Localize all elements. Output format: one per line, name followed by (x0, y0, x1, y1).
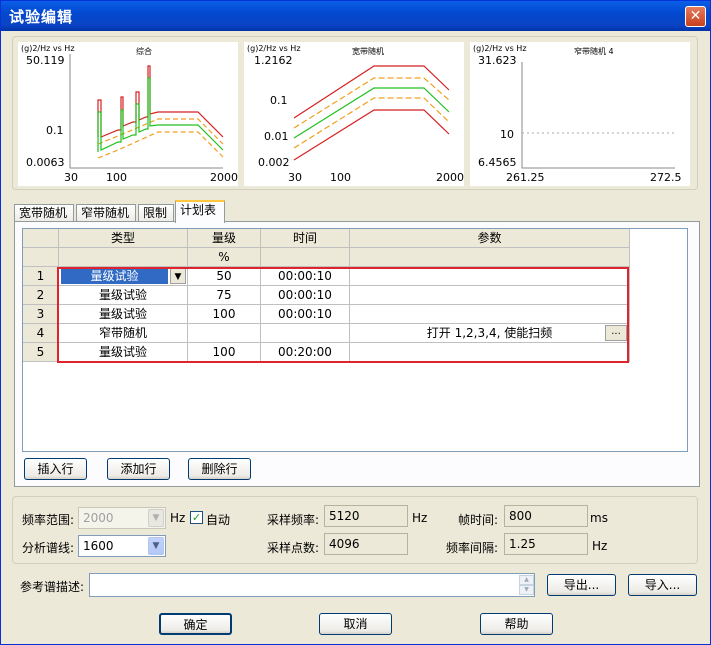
import-button[interactable]: 导入... (628, 574, 697, 596)
cell-params[interactable] (350, 267, 630, 286)
broadband-abort-line (293, 65, 450, 119)
cell-type[interactable]: 窄带随机 (59, 324, 188, 343)
delete-row-button[interactable]: 删除行 (188, 458, 251, 480)
reference-desc-label: 参考谱描述: (20, 580, 85, 594)
chevron-down-icon: ▼ (148, 509, 164, 527)
tab-limits[interactable]: 限制 (138, 204, 174, 222)
dropdown-arrow-icon[interactable]: ▼ (170, 268, 186, 284)
frame-time-label: 帧时间: (458, 513, 499, 527)
chevron-down-icon[interactable]: ▼ (148, 537, 164, 555)
cell-time[interactable] (261, 324, 350, 343)
analysis-lines-value: 1600 (83, 539, 114, 553)
sample-points-label: 采样点数: (267, 541, 320, 555)
cell-time[interactable]: 00:00:10 (261, 267, 350, 286)
auto-label: 自动 (206, 513, 231, 527)
cell-time[interactable]: 00:00:10 (261, 305, 350, 324)
row-number[interactable]: 3 (23, 305, 59, 324)
header-type[interactable]: 类型 (59, 229, 188, 248)
sample-rate-label: 采样频率: (267, 513, 320, 527)
scroll-up-icon[interactable]: ▲ (519, 575, 534, 585)
title-bar[interactable]: 试验编辑 ✕ (1, 1, 710, 31)
row-number[interactable]: 5 (23, 343, 59, 362)
close-button[interactable]: ✕ (685, 6, 706, 27)
scroll-down-icon[interactable]: ▼ (519, 585, 534, 595)
params-text: 打开 1,2,3,4, 使能扫频 (426, 326, 553, 340)
cell-level[interactable]: 100 (188, 305, 261, 324)
insert-row-button[interactable]: 插入行 (24, 458, 87, 480)
cell-params[interactable] (350, 286, 630, 305)
analysis-lines-select[interactable]: 1600 ▼ (78, 535, 166, 557)
cell-level[interactable] (188, 324, 261, 343)
unit-time (261, 248, 350, 267)
freq-interval-field: 1.25 (504, 533, 588, 555)
help-button[interactable]: 帮助 (480, 613, 553, 635)
table-corner (23, 229, 59, 248)
cell-type-dropdown[interactable]: 量级试验 ▼ (59, 267, 188, 286)
chart-combined: (g)2/Hz vs Hz 综合 50.119 0.1 0.0063 30 10… (18, 42, 238, 186)
freq-range-select: 2000 ▼ (78, 507, 166, 529)
cell-type[interactable]: 量级试验 (59, 286, 188, 305)
cancel-button[interactable]: 取消 (319, 613, 392, 635)
tab-narrowband[interactable]: 窄带随机 (76, 204, 136, 222)
sample-rate-unit: Hz (412, 511, 428, 525)
tab-broadband[interactable]: 宽带随机 (14, 204, 74, 222)
cell-type-selected[interactable]: 量级试验 (61, 268, 168, 284)
analysis-lines-label: 分析谱线: (22, 541, 75, 555)
cell-type[interactable]: 量级试验 (59, 305, 188, 324)
unit-params (350, 248, 630, 267)
unit-type (59, 248, 188, 267)
sample-rate-field: 5120 (324, 505, 408, 527)
export-button[interactable]: 导出... (547, 574, 616, 596)
frame-time-field: 800 (504, 505, 588, 527)
ok-button[interactable]: 确定 (159, 613, 232, 635)
header-params[interactable]: 参数 (350, 229, 630, 248)
chart-narrowband-plot (521, 62, 675, 169)
unit-level: % (188, 248, 261, 267)
combined-abort-line (97, 65, 224, 138)
window-title: 试验编辑 (9, 8, 74, 26)
cell-level[interactable]: 75 (188, 286, 261, 305)
header-time[interactable]: 时间 (261, 229, 350, 248)
cell-params[interactable] (350, 343, 630, 362)
header-level[interactable]: 量级 (188, 229, 261, 248)
sample-points-field: 4096 (324, 533, 408, 555)
cell-level[interactable]: 100 (188, 343, 261, 362)
cell-level[interactable]: 50 (188, 267, 261, 286)
freq-range-value: 2000 (83, 511, 114, 525)
params-edit-button[interactable]: ... (605, 325, 627, 341)
cell-time[interactable]: 00:00:10 (261, 286, 350, 305)
row-number[interactable]: 4 (23, 324, 59, 343)
units-corner (23, 248, 59, 267)
chart-combined-plot (69, 54, 224, 169)
schedule-table[interactable]: 类型 量级 时间 参数 % 1 量级试验 ▼ 50 00:00:10 2 量级试… (22, 228, 688, 452)
tab-schedule[interactable]: 计划表 (175, 200, 225, 223)
auto-checkbox[interactable]: ✓ (190, 511, 203, 524)
freq-interval-label: 频率间隔: (446, 541, 499, 555)
chart-narrowband: (g)2/Hz vs Hz 窄带随机 4 31.623 10 6.4565 26… (470, 42, 690, 186)
chart-broadband: (g)2/Hz vs Hz 宽带随机 1.2162 0.1 0.01 0.002… (244, 42, 464, 186)
freq-range-unit: Hz (170, 511, 186, 525)
freq-range-label: 频率范围: (22, 513, 75, 527)
chart-broadband-plot (293, 65, 450, 161)
add-row-button[interactable]: 添加行 (107, 458, 170, 480)
freq-interval-unit: Hz (592, 539, 608, 553)
combined-ref-line (97, 77, 224, 152)
cell-params-narrowband[interactable]: 打开 1,2,3,4, 使能扫频 ... (350, 324, 630, 343)
row-number[interactable]: 2 (23, 286, 59, 305)
row-number[interactable]: 1 (23, 267, 59, 286)
cell-params[interactable] (350, 305, 630, 324)
cell-type[interactable]: 量级试验 (59, 343, 188, 362)
frame-time-unit: ms (590, 511, 608, 525)
cell-time[interactable]: 00:20:00 (261, 343, 350, 362)
reference-desc-input[interactable] (89, 573, 535, 597)
broadband-abort2-line (293, 109, 450, 161)
